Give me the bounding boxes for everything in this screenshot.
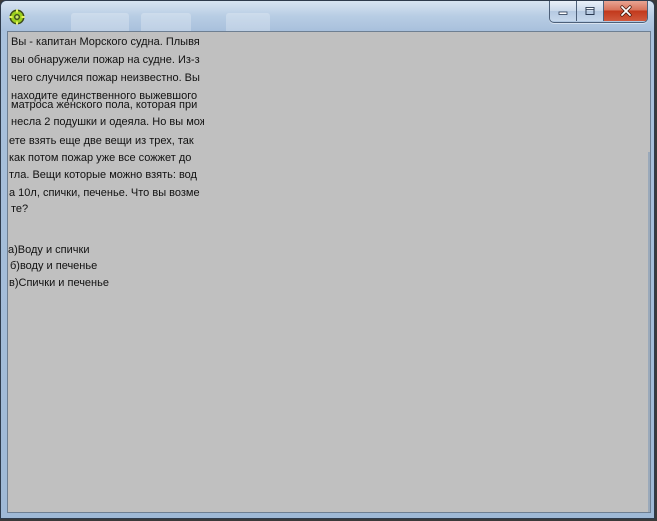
question-line: как потом пожар уже все сожжет до xyxy=(9,152,192,164)
answer-option-c[interactable]: в)Спички и печенье xyxy=(9,277,109,289)
question-line: матроса женского пола, которая при xyxy=(11,99,198,111)
question-text-box: Вы - капитан Морского судна. Плывя вы об… xyxy=(8,32,204,215)
question-line: несла 2 подушки и одеяла. Но вы мож xyxy=(11,116,204,128)
close-icon xyxy=(619,5,632,17)
answer-option-b[interactable]: б)воду и печенье xyxy=(10,260,97,272)
question-line: ете взять еще две вещи из трех, так xyxy=(9,135,194,147)
question-line: те? xyxy=(11,203,29,215)
app-gear-icon[interactable] xyxy=(8,8,26,26)
ghost-tab-1 xyxy=(71,13,129,31)
ghost-tab-3 xyxy=(226,13,270,31)
maximize-icon xyxy=(585,7,595,15)
client-area: Вы - капитан Морского судна. Плывя вы об… xyxy=(7,31,651,513)
question-line: чего случился пожар неизвестно. Вы xyxy=(11,72,200,84)
close-button[interactable] xyxy=(604,1,647,21)
right-edge-scroll-strip xyxy=(648,152,650,512)
minimize-button[interactable] xyxy=(550,1,577,21)
app-window: Вы - капитан Морского судна. Плывя вы об… xyxy=(0,0,655,519)
minimize-icon xyxy=(558,11,568,15)
question-line: вы обнаружели пожар на судне. Из-з xyxy=(11,54,200,66)
maximize-button[interactable] xyxy=(577,1,604,21)
ghost-tab-2 xyxy=(141,13,191,31)
window-controls xyxy=(549,1,648,23)
answer-option-a[interactable]: а)Воду и спички xyxy=(8,244,89,256)
question-line: а 10л, спички, печенье. Что вы возме xyxy=(9,187,200,199)
title-bar[interactable] xyxy=(1,1,654,31)
question-line: Вы - капитан Морского судна. Плывя xyxy=(11,36,200,48)
question-line: тла. Вещи которые можно взять: вод xyxy=(9,169,197,181)
